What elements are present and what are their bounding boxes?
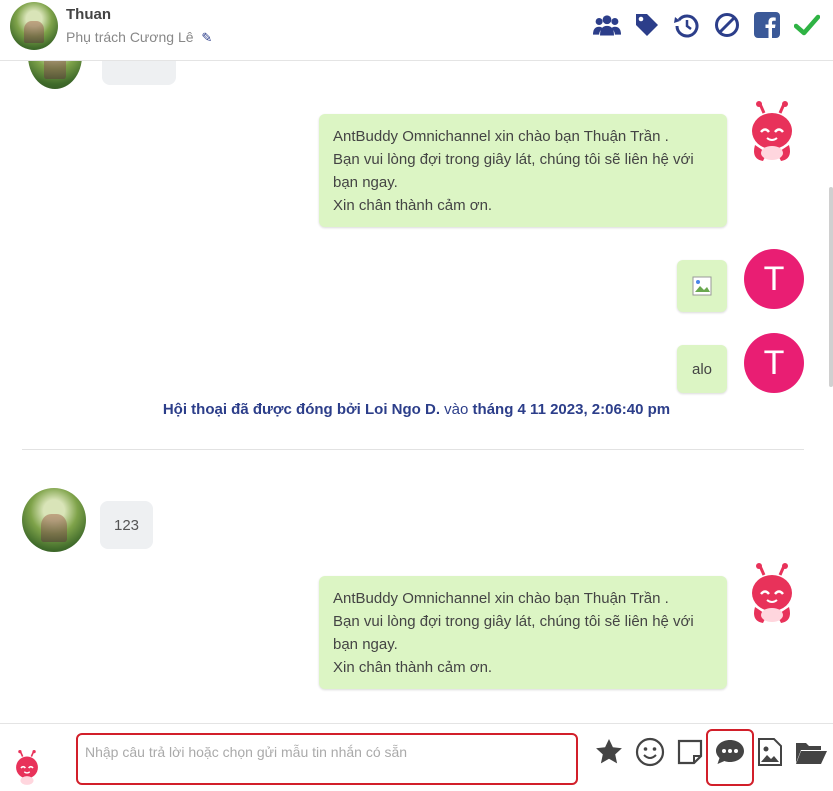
edit-assignee-icon[interactable]: ✎ (201, 30, 212, 45)
bot-message: AntBuddy Omnichannel xin chào bạn Thuận … (319, 114, 727, 227)
reply-input[interactable] (83, 743, 567, 761)
agent-message: alo (677, 345, 727, 393)
conversation-closed-note: Hội thoại đã được đóng bởi Loi Ngo D. và… (0, 401, 833, 418)
template-highlight (706, 729, 754, 786)
note-icon[interactable] (674, 736, 706, 768)
message-line: AntBuddy Omnichannel xin chào bạn Thuận … (333, 128, 669, 145)
closed-by-text: Hội thoại đã được đóng bởi Loi Ngo D. (162, 401, 441, 418)
image-message[interactable] (677, 260, 727, 312)
message-line: Bạn vui lòng đợi trong giây lát, chúng t… (333, 151, 694, 168)
message-line: bạn ngay. (333, 174, 398, 191)
folder-icon[interactable] (795, 736, 827, 768)
customer-message: 123 (100, 501, 153, 549)
contact-name: Thuan (66, 6, 111, 23)
chat-history[interactable]: AntBuddy Omnichannel xin chào bạn Thuận … (0, 61, 833, 723)
assignee-text: Phụ trách Cương Lê (66, 29, 194, 45)
divider (22, 449, 804, 450)
facebook-icon[interactable] (753, 10, 781, 40)
bot-message: AntBuddy Omnichannel xin chào bạn Thuận … (319, 576, 727, 689)
message-line: Xin chân thành cảm ơn. (333, 659, 493, 676)
message-line: Xin chân thành cảm ơn. (333, 197, 493, 214)
chat-scrollbar[interactable] (829, 187, 833, 387)
agent-avatar: T (744, 249, 804, 309)
message-line: bạn ngay. (333, 636, 398, 653)
conversation-header: Thuan Phụ trách Cương Lê ✎ (0, 0, 833, 61)
contact-avatar[interactable] (10, 2, 58, 50)
bot-avatar-icon (752, 101, 792, 161)
message-text: alo (691, 360, 713, 378)
assignee-label: Phụ trách Cương Lê ✎ (66, 29, 212, 46)
history-icon[interactable] (673, 10, 701, 40)
customer-avatar (22, 488, 86, 552)
message-line: Bạn vui lòng đợi trong giây lát, chúng t… (333, 613, 694, 630)
block-icon[interactable] (713, 10, 741, 40)
closed-datetime: tháng 4 11 2023, 2:06:40 pm (472, 401, 671, 418)
message-line: AntBuddy Omnichannel xin chào bạn Thuận … (333, 590, 669, 607)
agent-avatar: T (744, 333, 804, 393)
users-icon[interactable] (593, 10, 621, 40)
composer (0, 723, 833, 791)
emoji-icon[interactable] (634, 736, 666, 768)
bot-avatar-icon (752, 563, 792, 623)
broken-image-icon (692, 276, 712, 296)
message-text: 123 (113, 516, 140, 534)
reply-input-box[interactable] (76, 733, 578, 785)
check-icon[interactable] (793, 10, 821, 40)
bot-toggle-icon[interactable] (11, 750, 43, 786)
customer-avatar (28, 61, 82, 89)
image-icon[interactable] (754, 736, 786, 768)
tag-icon[interactable] (633, 10, 661, 40)
star-icon[interactable] (593, 736, 625, 768)
header-actions (593, 10, 821, 40)
message-bubble (102, 61, 176, 85)
closed-at-connector: vào (440, 401, 473, 418)
